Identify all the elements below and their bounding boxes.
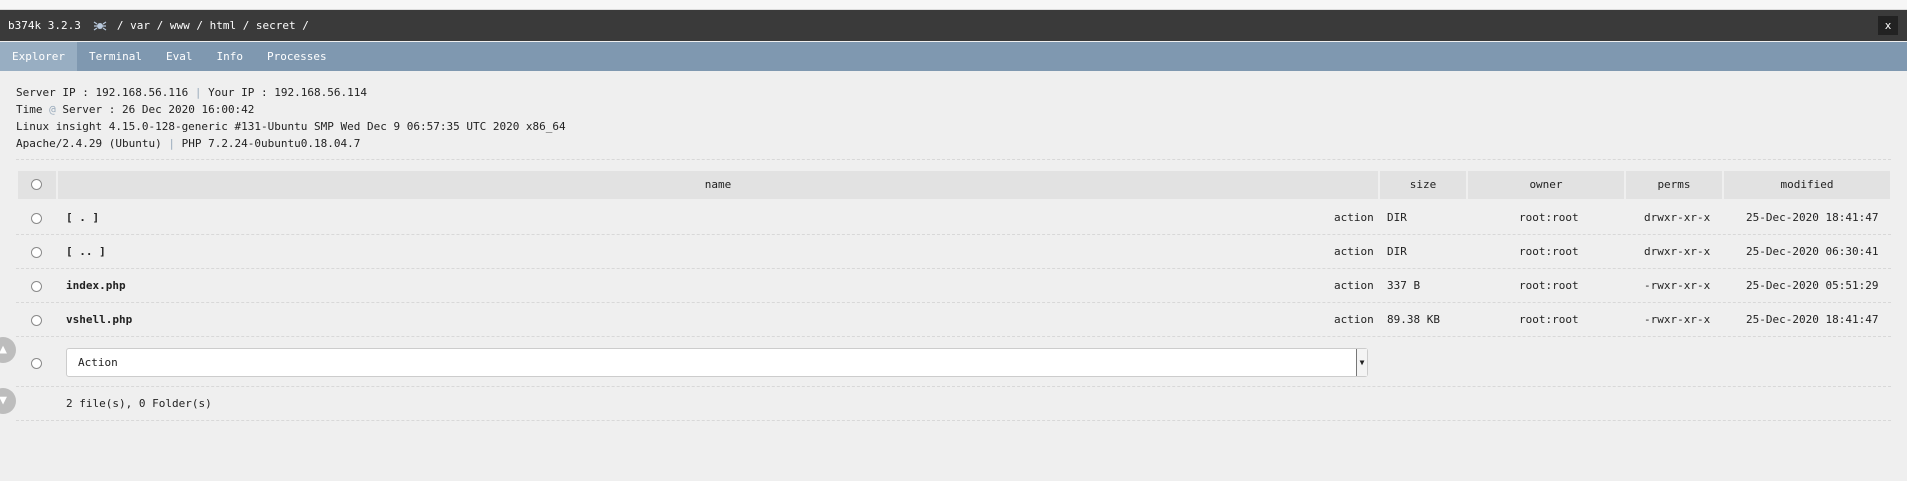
row-divider [16, 420, 1891, 421]
uname-line: Linux insight 4.15.0-128-generic #131-Ub… [16, 120, 566, 133]
select-all-radio[interactable] [31, 179, 42, 190]
separator: | [168, 137, 175, 150]
server-ip: Server IP : 192.168.56.116 [16, 86, 189, 99]
ip-line: Server IP : 192.168.56.116 | Your IP : 1… [16, 84, 566, 101]
scroll-down-icon[interactable]: ▼ [0, 388, 16, 414]
action-row-radio[interactable] [31, 358, 42, 369]
row-action-link[interactable]: action [1334, 269, 1374, 303]
app-title: b374k 3.2.3 [8, 19, 81, 32]
action-select[interactable]: Action ▼ [66, 348, 1368, 377]
table-row[interactable]: index.php action 337 B root:root -rwxr-x… [0, 269, 1907, 303]
column-header-size[interactable]: size [1380, 171, 1466, 199]
row-select-radio[interactable] [31, 247, 42, 258]
file-size: 89.38 KB [1387, 313, 1440, 326]
file-count-summary: 2 file(s), 0 Folder(s) [66, 397, 212, 410]
separator: | [194, 86, 202, 99]
file-name[interactable]: [ .. ] [66, 235, 106, 269]
php-version: PHP 7.2.24-0ubuntu0.18.04.7 [181, 137, 361, 150]
file-modified: 25-Dec-2020 05:51:29 [1746, 279, 1879, 292]
file-perms[interactable]: drwxr-xr-x [1644, 201, 1710, 235]
file-modified: 25-Dec-2020 18:41:47 [1746, 313, 1879, 326]
row-divider [16, 336, 1891, 337]
file-owner: root:root [1519, 245, 1579, 258]
app-header: b374k 3.2.3 / var / www / html / secret … [0, 10, 1907, 41]
row-divider [16, 386, 1891, 387]
file-name[interactable]: vshell.php [66, 303, 132, 337]
column-header-owner[interactable]: owner [1468, 171, 1624, 199]
row-action-link[interactable]: action [1334, 235, 1374, 269]
row-select-radio[interactable] [31, 213, 42, 224]
chevron-down-icon[interactable]: ▼ [1356, 349, 1367, 376]
server-time: Server : 26 Dec 2020 16:00:42 [62, 103, 255, 116]
row-action-link[interactable]: action [1334, 201, 1374, 235]
table-row[interactable]: [ . ] action DIR root:root drwxr-xr-x 25… [0, 201, 1907, 235]
tab-explorer[interactable]: Explorer [0, 42, 77, 71]
file-size: DIR [1387, 245, 1407, 258]
divider [16, 159, 1891, 160]
file-owner: root:root [1519, 313, 1579, 326]
tab-eval[interactable]: Eval [154, 42, 205, 71]
file-size: DIR [1387, 211, 1407, 224]
row-action-link[interactable]: action [1334, 303, 1374, 337]
file-owner: root:root [1519, 279, 1579, 292]
server-info: Server IP : 192.168.56.116 | Your IP : 1… [16, 84, 566, 152]
file-perms[interactable]: -rwxr-xr-x [1644, 303, 1710, 337]
file-name[interactable]: [ . ] [66, 201, 99, 235]
spider-logo-icon [93, 19, 107, 33]
main-nav: Explorer Terminal Eval Info Processes [0, 42, 1907, 71]
time-label: Time [16, 103, 43, 116]
browser-top-strip [0, 0, 1907, 10]
table-row[interactable]: vshell.php action 89.38 KB root:root -rw… [0, 303, 1907, 337]
row-select-radio[interactable] [31, 315, 42, 326]
time-line: Time @ Server : 26 Dec 2020 16:00:42 [16, 101, 566, 118]
row-select-radio[interactable] [31, 281, 42, 292]
column-header-modified[interactable]: modified [1724, 171, 1890, 199]
current-path-breadcrumb[interactable]: / var / www / html / secret / [117, 19, 309, 32]
file-size: 337 B [1387, 279, 1421, 292]
apache-version: Apache/2.4.29 (Ubuntu) [16, 137, 162, 150]
tab-processes[interactable]: Processes [255, 42, 339, 71]
file-modified: 25-Dec-2020 06:30:41 [1746, 245, 1879, 258]
close-button[interactable]: x [1878, 16, 1898, 35]
table-row[interactable]: [ .. ] action DIR root:root drwxr-xr-x 2… [0, 235, 1907, 269]
column-header-name[interactable]: name [58, 171, 1378, 199]
action-select-value: Action [78, 356, 118, 369]
file-perms[interactable]: drwxr-xr-x [1644, 235, 1710, 269]
tab-terminal[interactable]: Terminal [77, 42, 154, 71]
tab-info[interactable]: Info [204, 42, 255, 71]
scroll-up-icon[interactable]: ▲ [0, 337, 16, 363]
select-all-header [18, 171, 56, 199]
at-icon: @ [49, 103, 56, 116]
file-perms[interactable]: -rwxr-xr-x [1644, 269, 1710, 303]
file-name[interactable]: index.php [66, 269, 126, 303]
column-header-perms[interactable]: perms [1626, 171, 1722, 199]
file-modified: 25-Dec-2020 18:41:47 [1746, 211, 1879, 224]
software-line: Apache/2.4.29 (Ubuntu) | PHP 7.2.24-0ubu… [16, 135, 566, 152]
your-ip: Your IP : 192.168.56.114 [208, 86, 368, 99]
file-owner: root:root [1519, 211, 1579, 224]
